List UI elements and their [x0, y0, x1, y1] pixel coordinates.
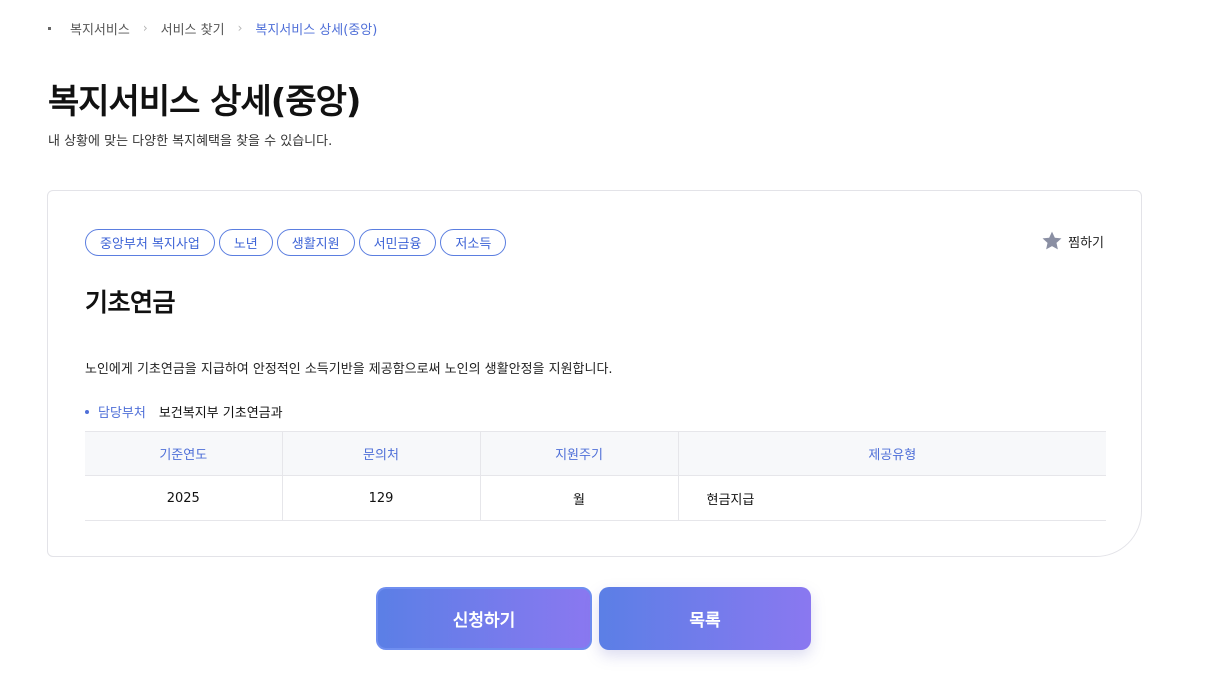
favorite-button[interactable]: 찜하기 — [1041, 230, 1104, 252]
page-subtitle: 내 상황에 맞는 다양한 복지혜택을 찾을 수 있습니다. — [48, 134, 333, 149]
header-contact: 문의처 — [282, 431, 481, 476]
favorite-label: 찜하기 — [1068, 235, 1104, 251]
tag-central-ministry[interactable]: 중앙부처 복지사업 — [85, 229, 215, 256]
breadcrumb: 복지서비스 › 서비스 찾기 › 복지서비스 상세(중앙) — [48, 18, 377, 38]
service-description: 노인에게 기초연금을 지급하여 안정적인 소득기반을 제공함으로써 노인의 생활… — [85, 362, 613, 377]
bullet-icon — [85, 409, 89, 414]
tag-elderly[interactable]: 노년 — [218, 229, 273, 256]
star-icon — [1042, 231, 1062, 250]
breadcrumb-item-current: 복지서비스 상세(중앙) — [255, 22, 378, 38]
home-dot-icon — [48, 26, 51, 30]
service-info-table: 기준연도 문의처 지원주기 제공유형 2025 129 월 현금지급 — [85, 431, 1106, 521]
table-row: 2025 129 월 현금지급 — [85, 475, 1106, 521]
tag-living-support[interactable]: 생활지원 — [276, 229, 355, 256]
department-info: 담당부처 보건복지부 기초연금과 — [85, 402, 283, 421]
header-provision-type: 제공유형 — [678, 431, 1106, 476]
service-detail-card: 중앙부처 복지사업 노년 생활지원 서민금융 저소득 찜하기 기초연금 노인에게… — [47, 190, 1142, 557]
cell-provision-type: 현금지급 — [678, 475, 1106, 521]
breadcrumb-item-find[interactable]: 서비스 찾기 — [161, 19, 225, 38]
service-name: 기초연금 — [85, 288, 176, 317]
cell-support-cycle: 월 — [480, 475, 679, 521]
table-header-row: 기준연도 문의처 지원주기 제공유형 — [85, 431, 1106, 476]
cell-base-year: 2025 — [85, 475, 283, 521]
tag-list: 중앙부처 복지사업 노년 생활지원 서민금융 저소득 — [85, 229, 507, 256]
list-button[interactable]: 목록 — [599, 587, 811, 650]
tag-microfinance[interactable]: 서민금융 — [358, 229, 437, 256]
chevron-right-icon: › — [237, 21, 243, 35]
department-value: 보건복지부 기초연금과 — [158, 406, 283, 421]
breadcrumb-item-welfare[interactable]: 복지서비스 — [70, 19, 130, 38]
chevron-right-icon: › — [142, 21, 148, 35]
cell-contact: 129 — [282, 475, 481, 521]
tag-low-income[interactable]: 저소득 — [440, 229, 507, 256]
page-title: 복지서비스 상세(중앙) — [48, 82, 361, 122]
department-label: 담당부처 — [98, 406, 146, 421]
header-support-cycle: 지원주기 — [480, 431, 679, 476]
apply-button[interactable]: 신청하기 — [376, 587, 592, 650]
header-base-year: 기준연도 — [85, 431, 283, 476]
